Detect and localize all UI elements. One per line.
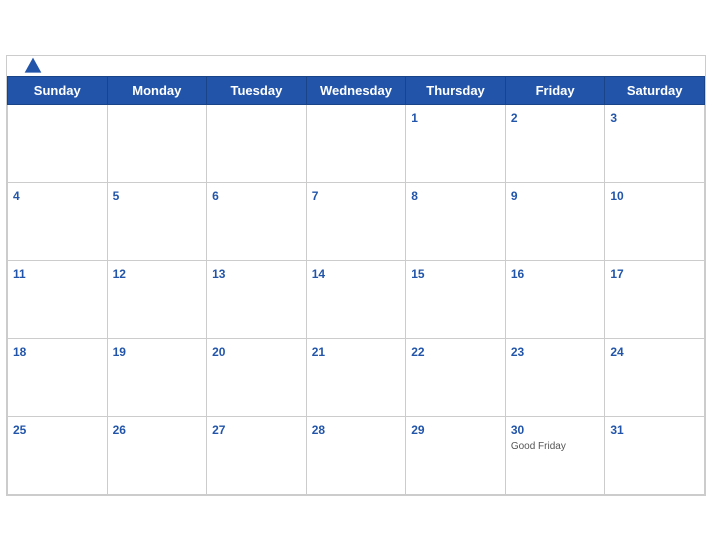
day-number: 11 (13, 267, 26, 281)
day-number: 23 (511, 345, 524, 359)
calendar-week-0: 1 2 3 (8, 104, 705, 182)
calendar-cell: 2 (505, 104, 605, 182)
calendar-week-4: 25 26 27 28 29 30 Good Friday 31 (8, 416, 705, 494)
calendar-cell: 18 (8, 338, 108, 416)
calendar-cell: 16 (505, 260, 605, 338)
calendar-cell: 29 (406, 416, 506, 494)
calendar-cell: 14 (306, 260, 406, 338)
calendar-cell: 7 (306, 182, 406, 260)
day-number: 6 (212, 189, 219, 203)
day-number: 31 (610, 423, 623, 437)
calendar-cell: 25 (8, 416, 108, 494)
day-number: 18 (13, 345, 26, 359)
calendar-cell: 20 (207, 338, 307, 416)
calendar-cell: 3 (605, 104, 705, 182)
holiday-label: Good Friday (511, 441, 600, 452)
day-number: 9 (511, 189, 518, 203)
day-number: 14 (312, 267, 325, 281)
day-number: 17 (610, 267, 623, 281)
calendar-cell: 5 (107, 182, 207, 260)
calendar-table: SundayMondayTuesdayWednesdayThursdayFrid… (7, 76, 705, 495)
weekday-header-row: SundayMondayTuesdayWednesdayThursdayFrid… (8, 76, 705, 104)
day-number: 4 (13, 189, 20, 203)
calendar-cell: 9 (505, 182, 605, 260)
calendar-cell (207, 104, 307, 182)
calendar-cell: 12 (107, 260, 207, 338)
calendar-header (7, 56, 705, 76)
day-number: 27 (212, 423, 225, 437)
day-number: 25 (13, 423, 26, 437)
calendar-cell: 13 (207, 260, 307, 338)
calendar-cell: 30 Good Friday (505, 416, 605, 494)
day-number: 28 (312, 423, 325, 437)
day-number: 3 (610, 111, 617, 125)
calendar-cell: 10 (605, 182, 705, 260)
weekday-header-tuesday: Tuesday (207, 76, 307, 104)
calendar-week-1: 4 5 6 7 8 9 10 (8, 182, 705, 260)
calendar-cell: 1 (406, 104, 506, 182)
day-number: 12 (113, 267, 126, 281)
calendar-cell: 21 (306, 338, 406, 416)
logo (23, 56, 51, 76)
calendar-cell (8, 104, 108, 182)
day-number: 21 (312, 345, 325, 359)
day-number: 13 (212, 267, 225, 281)
day-number: 7 (312, 189, 319, 203)
weekday-header-wednesday: Wednesday (306, 76, 406, 104)
day-number: 8 (411, 189, 418, 203)
weekday-header-sunday: Sunday (8, 76, 108, 104)
calendar-cell: 28 (306, 416, 406, 494)
day-number: 30 (511, 423, 524, 437)
calendar-cell: 26 (107, 416, 207, 494)
day-number: 5 (113, 189, 120, 203)
day-number: 16 (511, 267, 524, 281)
calendar-cell: 6 (207, 182, 307, 260)
day-number: 10 (610, 189, 623, 203)
calendar-cell (306, 104, 406, 182)
calendar-cell: 8 (406, 182, 506, 260)
calendar-cell: 19 (107, 338, 207, 416)
calendar: SundayMondayTuesdayWednesdayThursdayFrid… (6, 55, 706, 496)
day-number: 19 (113, 345, 126, 359)
logo-icon (23, 56, 43, 76)
calendar-cell: 23 (505, 338, 605, 416)
day-number: 22 (411, 345, 424, 359)
day-number: 26 (113, 423, 126, 437)
calendar-cell: 24 (605, 338, 705, 416)
weekday-header-thursday: Thursday (406, 76, 506, 104)
day-number: 29 (411, 423, 424, 437)
calendar-cell: 22 (406, 338, 506, 416)
calendar-cell: 17 (605, 260, 705, 338)
day-number: 1 (411, 111, 418, 125)
calendar-week-2: 11 12 13 14 15 16 17 (8, 260, 705, 338)
weekday-header-friday: Friday (505, 76, 605, 104)
calendar-cell: 31 (605, 416, 705, 494)
calendar-week-3: 18 19 20 21 22 23 24 (8, 338, 705, 416)
calendar-cell (107, 104, 207, 182)
weekday-header-saturday: Saturday (605, 76, 705, 104)
calendar-cell: 27 (207, 416, 307, 494)
weekday-header-monday: Monday (107, 76, 207, 104)
calendar-cell: 4 (8, 182, 108, 260)
calendar-cell: 15 (406, 260, 506, 338)
day-number: 20 (212, 345, 225, 359)
day-number: 15 (411, 267, 424, 281)
calendar-cell: 11 (8, 260, 108, 338)
day-number: 24 (610, 345, 623, 359)
day-number: 2 (511, 111, 518, 125)
